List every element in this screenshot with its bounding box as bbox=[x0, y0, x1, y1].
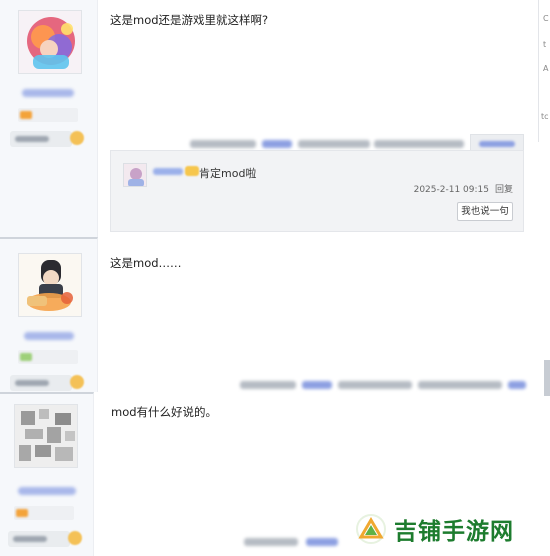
username[interactable] bbox=[24, 332, 74, 340]
post-content: 这是mod…… bbox=[110, 256, 182, 270]
user-level-badge bbox=[14, 506, 74, 520]
watermark-text: 吉铺手游网 bbox=[394, 519, 514, 545]
reply-meta: 2025-2-11 09:15 回复 bbox=[414, 182, 513, 195]
user-honor-badge bbox=[10, 131, 72, 147]
reply-time: 2025-2-11 09:15 bbox=[413, 185, 489, 195]
avatar[interactable] bbox=[14, 404, 78, 468]
post-floor-1: 这是mod还是游戏里就这样啊? 肯定mod啦 2025-2-11 09:15 回复… bbox=[0, 0, 538, 237]
post-content: mod有什么好说的。 bbox=[111, 405, 218, 419]
username[interactable] bbox=[22, 89, 74, 97]
sidebar-char: C bbox=[543, 14, 549, 23]
say-something-button[interactable]: 我也说一句 bbox=[457, 202, 513, 221]
scrollbar-thumb[interactable] bbox=[544, 360, 550, 396]
author-sidebar bbox=[0, 0, 98, 237]
vip-icon bbox=[185, 166, 199, 176]
post-content: 这是mod还是游戏里就这样啊? bbox=[110, 13, 269, 27]
reply-username[interactable] bbox=[153, 168, 183, 175]
author-sidebar bbox=[0, 392, 94, 556]
sidebar-char: tc bbox=[541, 112, 549, 121]
user-honor-badge bbox=[10, 375, 72, 391]
reply-text: 肯定mod啦 bbox=[199, 167, 257, 180]
post-floor-2: 这是mod…… bbox=[0, 237, 538, 392]
user-level-badge bbox=[18, 350, 78, 364]
reply-avatar[interactable] bbox=[123, 163, 147, 187]
right-sidebar-edge: C t A tc bbox=[538, 0, 550, 142]
sidebar-char: t bbox=[543, 40, 547, 49]
avatar[interactable] bbox=[18, 253, 82, 317]
avatar[interactable] bbox=[18, 10, 82, 74]
watermark: 吉铺手游网 bbox=[356, 512, 514, 546]
user-honor-badge bbox=[8, 531, 70, 547]
reply-section: 肯定mod啦 2025-2-11 09:15 回复 我也说一句 bbox=[110, 150, 524, 232]
username[interactable] bbox=[18, 487, 76, 495]
user-level-badge bbox=[18, 108, 78, 122]
sidebar-char: A bbox=[543, 64, 549, 73]
author-sidebar bbox=[0, 237, 98, 392]
watermark-logo-icon bbox=[356, 514, 386, 544]
reply-link[interactable]: 回复 bbox=[495, 185, 513, 195]
